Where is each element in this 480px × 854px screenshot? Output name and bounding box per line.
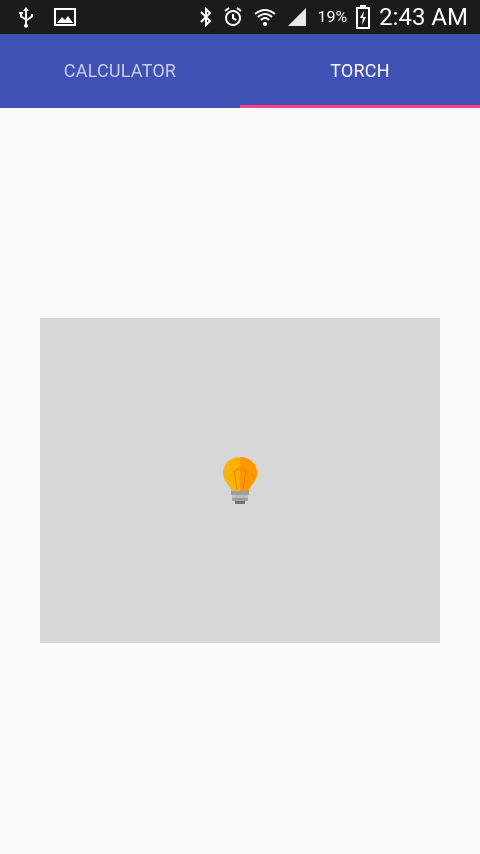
- alarm-icon: [222, 6, 244, 28]
- signal-icon: [286, 6, 308, 28]
- tab-calculator-label: CALCULATOR: [63, 60, 177, 82]
- lightbulb-icon: [220, 453, 260, 509]
- status-bar-right: 19% 2:43 AM: [199, 2, 468, 32]
- torch-toggle-panel[interactable]: [40, 318, 440, 643]
- bluetooth-icon: [199, 6, 213, 28]
- tab-torch-label: TORCH: [330, 60, 390, 82]
- tab-torch[interactable]: TORCH: [240, 34, 480, 108]
- tab-bar: CALCULATOR TORCH: [0, 34, 480, 108]
- clock: 2:43 AM: [379, 3, 468, 31]
- status-bar: 19% 2:43 AM: [0, 0, 480, 34]
- status-bar-left: [16, 6, 76, 28]
- wifi-icon: [253, 6, 277, 28]
- image-icon: [54, 8, 76, 26]
- usb-icon: [16, 6, 36, 28]
- battery-icon: [356, 5, 371, 29]
- torch-screen: [0, 108, 480, 854]
- tab-calculator[interactable]: CALCULATOR: [0, 34, 240, 108]
- battery-percent: 19%: [317, 7, 348, 26]
